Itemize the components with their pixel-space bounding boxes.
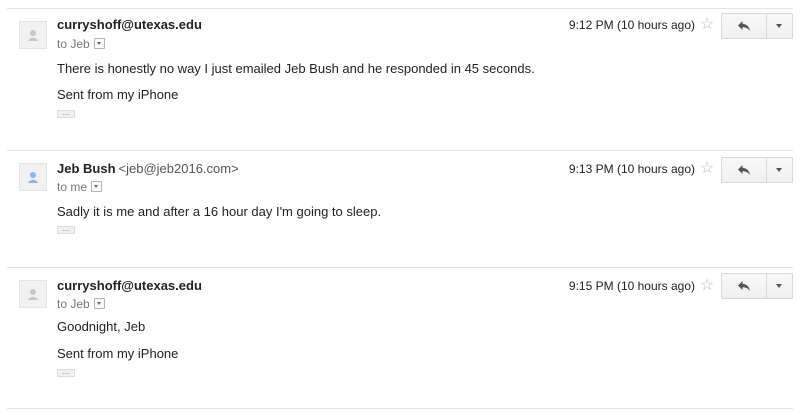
avatar[interactable] [19,280,47,308]
reply-arrow-icon [738,21,750,31]
more-options-button[interactable] [767,274,792,298]
reply-button-group [721,273,793,299]
recipient-line: to Jeb [57,37,105,51]
star-icon[interactable]: ☆ [697,16,717,34]
more-options-button[interactable] [767,158,792,182]
message-body-line: There is honestly no way I just emailed … [57,61,535,76]
message-body-line: Sadly it is me and after a 16 hour day I… [57,204,382,219]
recipient-label: to me [57,180,88,194]
reply-button[interactable] [722,14,766,38]
star-icon[interactable]: ☆ [697,277,717,295]
reply-button-group [721,157,793,183]
show-trimmed-content-button[interactable]: ... [57,368,75,377]
default-avatar-icon [27,172,39,183]
message-body-line: Goodnight, Jeb [57,319,146,334]
message-timestamp: 9:15 PM (10 hours ago) [568,279,695,293]
show-trimmed-content-button[interactable]: ... [57,109,75,118]
sender-line: curryshoff@utexas.edu [57,17,205,33]
avatar[interactable] [19,163,47,191]
recipient-details-dropdown-icon[interactable] [93,38,105,50]
avatar[interactable] [19,21,47,49]
show-trimmed-content-button[interactable]: ... [57,225,75,234]
reply-arrow-icon [738,165,750,175]
sender-name[interactable]: curryshoff@utexas.edu [57,17,202,32]
sender-email: <jeb@jeb2016.com> [118,161,239,176]
recipient-line: to me [57,180,103,194]
reply-button-group [721,13,793,39]
default-avatar-icon [27,289,39,300]
message-signature-line: Sent from my iPhone [57,87,179,102]
star-icon[interactable]: ☆ [697,160,717,178]
message-1[interactable]: curryshoff@utexas.edu to Jeb There is ho… [0,9,800,135]
message-divider [7,408,793,409]
recipient-details-dropdown-icon[interactable] [91,181,103,193]
sender-line: Jeb Bush <jeb@jeb2016.com> [57,161,239,177]
message-timestamp: 9:13 PM (10 hours ago) [568,162,695,176]
recipient-label: to Jeb [57,297,90,311]
message-signature-line: Sent from my iPhone [57,346,179,361]
message-timestamp: 9:12 PM (10 hours ago) [568,18,695,32]
sender-line: curryshoff@utexas.edu [57,278,205,294]
recipient-line: to Jeb [57,297,105,311]
recipient-label: to Jeb [57,37,90,51]
more-options-button[interactable] [767,14,792,38]
message-3[interactable]: curryshoff@utexas.edu to Jeb Goodnight, … [0,268,800,394]
sender-name[interactable]: curryshoff@utexas.edu [57,278,202,293]
message-2[interactable]: Jeb Bush <jeb@jeb2016.com> to me Sadly it… [0,151,800,277]
reply-arrow-icon [738,281,750,291]
reply-button[interactable] [722,158,766,182]
email-thread: curryshoff@utexas.edu to Jeb There is ho… [0,0,800,416]
default-avatar-icon [27,30,39,41]
recipient-details-dropdown-icon[interactable] [93,298,105,310]
sender-name[interactable]: Jeb Bush [57,161,116,176]
reply-button[interactable] [722,274,766,298]
